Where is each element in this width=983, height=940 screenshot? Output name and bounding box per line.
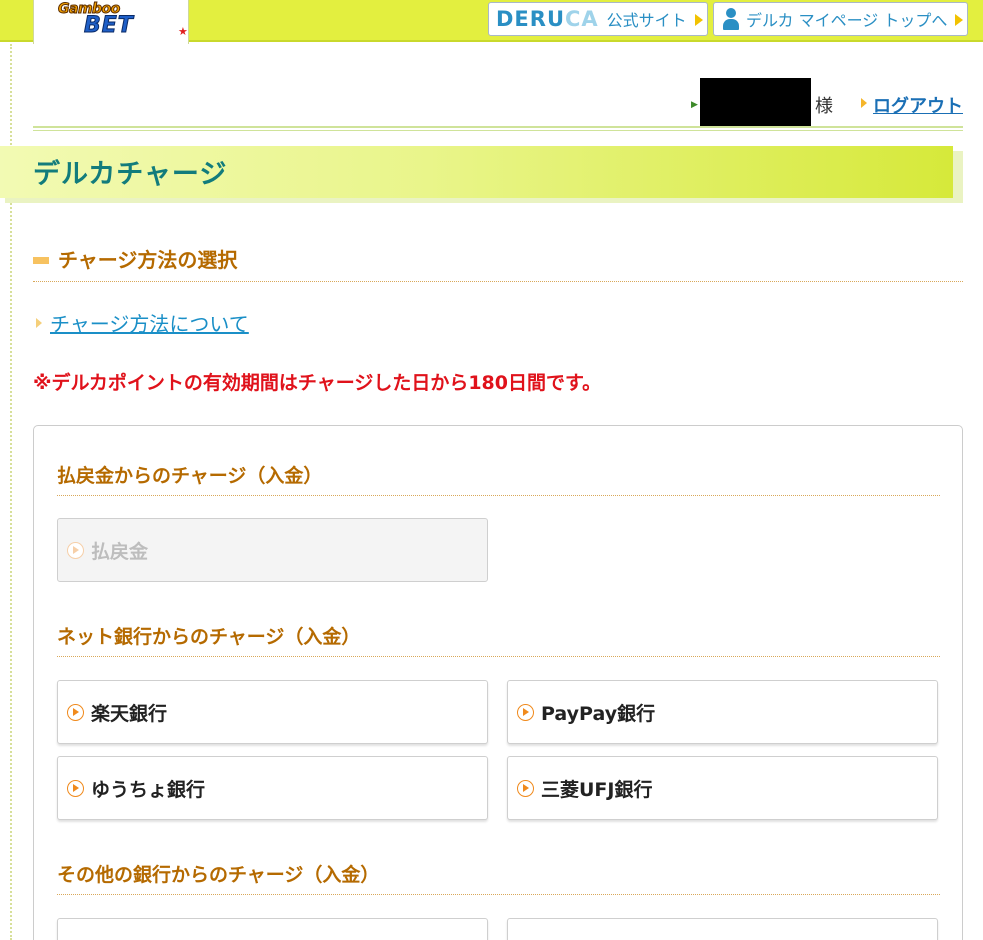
arrow-circle-icon — [67, 703, 84, 721]
user-honorific: 様 — [815, 96, 833, 117]
option-label: 三菱UFJ銀行 — [541, 778, 653, 801]
group-divider — [57, 894, 940, 895]
logout-arrow-icon — [861, 98, 867, 108]
link-arrow-icon — [36, 318, 42, 328]
group-title-payout: 払戻金からのチャージ（入金） — [57, 465, 323, 487]
option-yucho-bank[interactable]: ゆうちょ銀行 — [57, 756, 488, 820]
logout-link[interactable]: ログアウト — [873, 92, 963, 118]
logo-text-bottom: BET — [84, 13, 134, 39]
logo-star-icon: ★ — [178, 25, 188, 38]
option-payout: 払戻金 — [57, 518, 488, 582]
deruca-official-site-label: 公式サイト — [606, 11, 687, 30]
group-divider — [57, 656, 940, 657]
user-icon — [722, 8, 740, 30]
top-header-bar: Gamboo BET ★ DERUCA 公式サイト デルカ マイページ トップへ — [0, 0, 983, 44]
deruca-brand-logo: DERUCA — [496, 7, 599, 31]
arrow-right-icon — [695, 14, 703, 26]
deruca-brand-ca: CA — [565, 7, 599, 31]
group-title-net-bank: ネット銀行からのチャージ（入金） — [57, 626, 361, 648]
arrow-circle-icon — [67, 541, 84, 559]
section-title: チャージ方法の選択 — [58, 248, 238, 272]
option-other-bank-1[interactable] — [57, 918, 488, 940]
arrow-right-icon — [955, 14, 963, 26]
option-other-bank-2[interactable] — [507, 918, 938, 940]
deruca-official-site-button[interactable]: DERUCA 公式サイト — [488, 2, 708, 36]
user-info-row: ▶ 様 ログアウト — [33, 78, 963, 127]
group-divider — [57, 495, 940, 496]
expiry-notice: ※デルカポイントの有効期間はチャージした日から180日間です。 — [33, 372, 602, 394]
option-label: ゆうちょ銀行 — [91, 778, 206, 801]
group-title-other-bank: その他の銀行からのチャージ（入金） — [57, 864, 380, 886]
option-label: 楽天銀行 — [91, 702, 168, 725]
option-label: 払戻金 — [91, 540, 149, 563]
deruca-mypage-top-button[interactable]: デルカ マイページ トップへ — [713, 2, 968, 36]
deruca-brand-text: DERU — [496, 7, 565, 31]
deruca-mypage-label: デルカ マイページ トップへ — [746, 11, 948, 30]
redacted-user-name — [700, 78, 811, 127]
option-label: PayPay銀行 — [541, 702, 656, 725]
charge-method-about-link[interactable]: チャージ方法について — [50, 308, 249, 337]
section-heading-marker — [33, 257, 49, 264]
gamboo-bet-logo[interactable]: Gamboo BET ★ — [54, 1, 194, 41]
arrow-circle-icon — [517, 779, 534, 797]
option-paypay-bank[interactable]: PayPay銀行 — [507, 680, 938, 744]
logo-tab[interactable]: Gamboo BET ★ — [33, 0, 189, 44]
arrow-circle-icon — [517, 703, 534, 721]
page-title-banner: デルカチャージ — [0, 146, 963, 203]
section-divider — [33, 281, 963, 282]
header-divider — [33, 126, 963, 131]
bullet-icon: ▶ — [691, 100, 698, 110]
option-mufg-bank[interactable]: 三菱UFJ銀行 — [507, 756, 938, 820]
arrow-circle-icon — [67, 779, 84, 797]
page-title: デルカチャージ — [33, 159, 228, 190]
option-rakuten-bank[interactable]: 楽天銀行 — [57, 680, 488, 744]
